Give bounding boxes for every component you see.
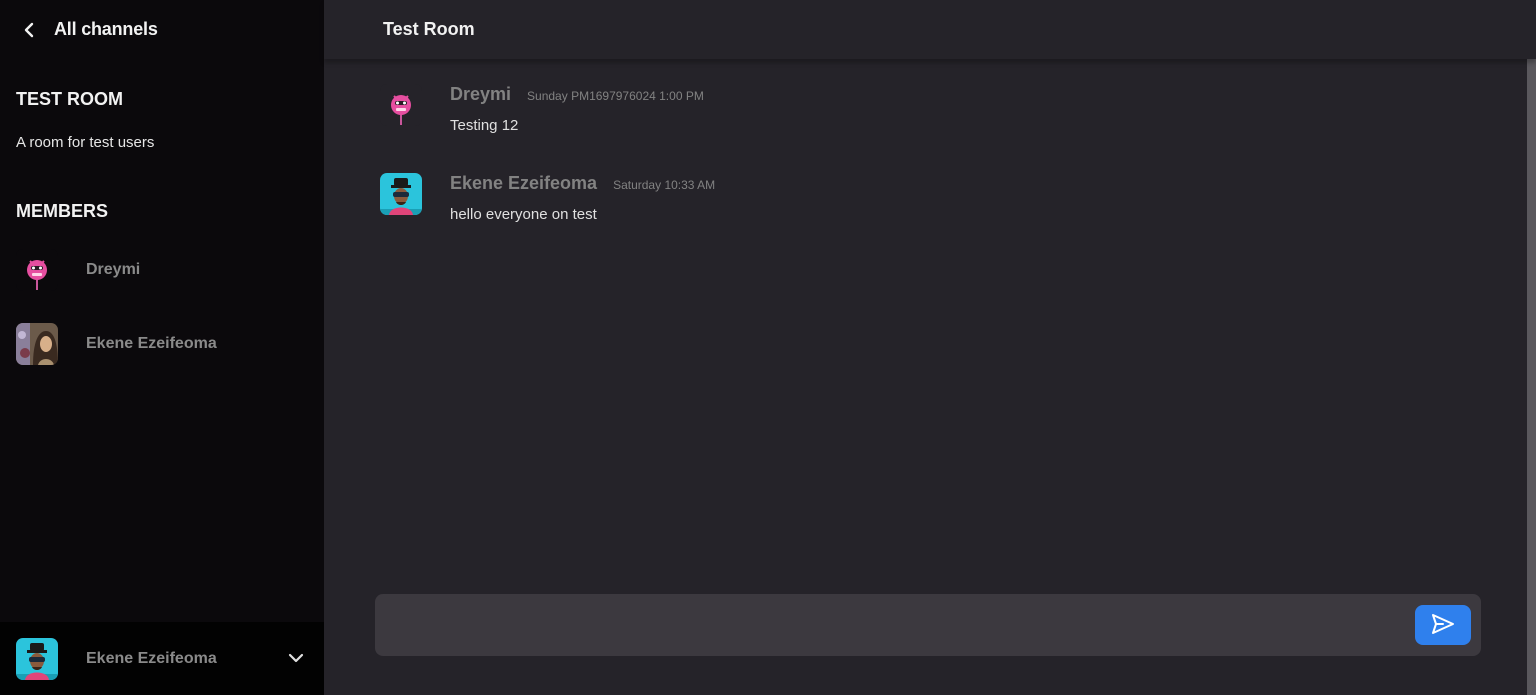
member-name: Dreymi xyxy=(86,261,141,278)
send-icon xyxy=(1431,613,1455,638)
current-user-bar[interactable]: Ekene Ezeifeoma xyxy=(0,622,324,695)
chevron-down-icon[interactable] xyxy=(286,648,306,668)
chevron-left-icon[interactable] xyxy=(18,19,40,41)
man-hat-avatar xyxy=(380,173,422,215)
sidebar: All channels TEST ROOM A room for test u… xyxy=(0,0,324,695)
room-title: Test Room xyxy=(383,19,475,39)
message-text: hello everyone on test xyxy=(450,206,597,223)
channel-name: TEST ROOM xyxy=(16,89,123,109)
message-item: Dreymi Sunday PM1697976024 1:00 PM Testi… xyxy=(380,84,704,134)
message-timestamp: Sunday PM1697976024 1:00 PM xyxy=(527,89,704,103)
message-body: Dreymi Sunday PM1697976024 1:00 PM Testi… xyxy=(450,84,704,134)
message-timestamp: Saturday 10:33 AM xyxy=(613,178,716,192)
send-button[interactable] xyxy=(1415,605,1471,645)
all-channels-link[interactable]: All channels xyxy=(54,19,158,40)
message-header: Dreymi Sunday PM1697976024 1:00 PM xyxy=(450,84,704,105)
current-user-name: Ekene Ezeifeoma xyxy=(86,649,217,667)
scrollbar[interactable] xyxy=(1527,59,1536,695)
members-heading: MEMBERS xyxy=(16,201,109,221)
message-text: Testing 12 xyxy=(450,117,519,134)
member-item-dreymi[interactable]: Dreymi xyxy=(16,249,140,291)
member-name: Ekene Ezeifeoma xyxy=(86,335,217,352)
member-item-ekene[interactable]: Ekene Ezeifeoma xyxy=(16,323,217,365)
message-body: Ekene Ezeifeoma Saturday 10:33 AM hello … xyxy=(450,173,715,223)
channel-description: A room for test users xyxy=(16,134,155,151)
message-author: Ekene Ezeifeoma xyxy=(450,173,598,193)
message-header: Ekene Ezeifeoma Saturday 10:33 AM xyxy=(450,173,715,194)
woman-photo-avatar xyxy=(16,323,58,365)
room-header: Test Room xyxy=(324,0,1536,59)
sidebar-header: All channels xyxy=(0,0,324,59)
message-item: Ekene Ezeifeoma Saturday 10:33 AM hello … xyxy=(380,173,715,223)
pink-creature-avatar xyxy=(16,249,58,291)
message-composer xyxy=(375,594,1481,656)
man-hat-avatar xyxy=(16,637,58,680)
pink-creature-avatar xyxy=(380,84,422,126)
message-input[interactable] xyxy=(375,594,1405,656)
scrollbar-thumb[interactable] xyxy=(1527,59,1536,695)
message-author: Dreymi xyxy=(450,84,512,104)
